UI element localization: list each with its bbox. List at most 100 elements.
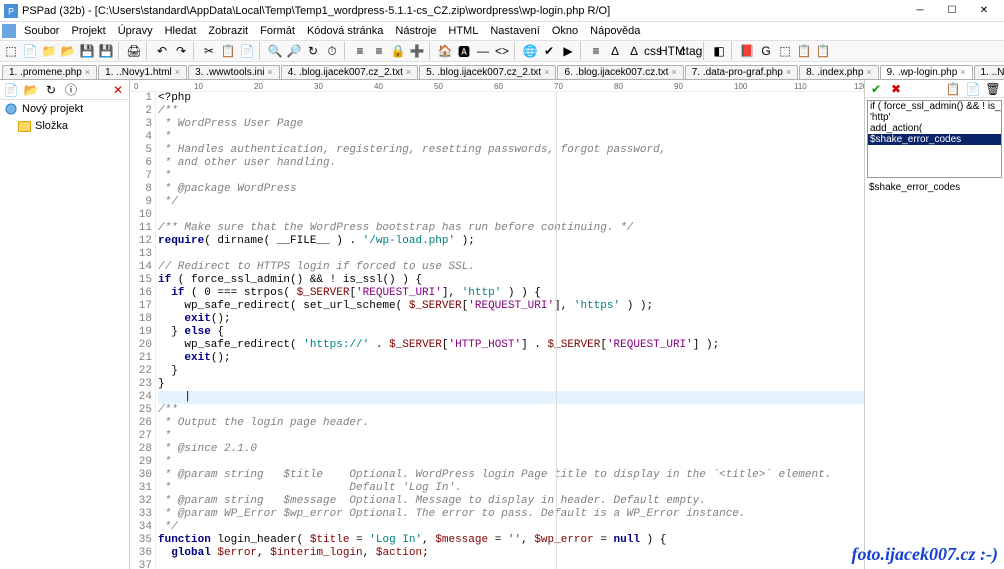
code-line[interactable]: * @package WordPress <box>158 183 864 196</box>
menu-nápověda[interactable]: Nápověda <box>584 25 646 37</box>
menu-html[interactable]: HTML <box>442 25 484 37</box>
menu-projekt[interactable]: Projekt <box>65 25 111 37</box>
code-line[interactable]: wp_safe_redirect( 'https://' . $_SERVER[… <box>158 339 864 352</box>
code-line[interactable]: function login_header( $title = 'Log In'… <box>158 534 864 547</box>
code-line[interactable]: * <box>158 131 864 144</box>
toolbar-button[interactable]: 📋 <box>219 42 237 60</box>
toolbar-button[interactable]: 📋 <box>795 42 813 60</box>
code-line[interactable] <box>158 248 864 261</box>
clip-item-selected[interactable]: $shake_error_codes <box>868 134 1001 145</box>
file-tab[interactable]: 1. ..Novy4.html× <box>974 65 1004 79</box>
tab-close-icon[interactable]: × <box>544 67 549 77</box>
code-line[interactable]: /** <box>158 404 864 417</box>
code-line[interactable]: } <box>158 365 864 378</box>
toolbar-button[interactable]: ∆ <box>606 42 624 60</box>
code-line[interactable]: * @param WP_Error $wp_error Optional. Th… <box>158 508 864 521</box>
file-tab[interactable]: 3. .wwwtools.ini× <box>188 65 280 79</box>
sidebar-open-icon[interactable]: 📂 <box>22 81 40 99</box>
clip-item[interactable]: 'http' <box>868 112 1001 123</box>
sidebar-new-icon[interactable]: 📄 <box>2 81 20 99</box>
rp-paste-icon[interactable]: 📄 <box>964 80 982 98</box>
rp-check-icon[interactable]: ✔ <box>867 80 885 98</box>
code-line[interactable]: exit(); <box>158 313 864 326</box>
menu-hledat[interactable]: Hledat <box>159 25 203 37</box>
toolbar-button[interactable]: 📂 <box>59 42 77 60</box>
menu-nastavení[interactable]: Nastavení <box>484 25 546 37</box>
toolbar-button[interactable]: 🔎 <box>285 42 303 60</box>
rp-clear-icon[interactable]: 🗑 <box>984 80 1002 98</box>
code-line[interactable]: wp_safe_redirect( set_url_scheme( $_SERV… <box>158 300 864 313</box>
toolbar-button[interactable]: ⬚ <box>776 42 794 60</box>
toolbar-button[interactable]: 📄 <box>21 42 39 60</box>
toolbar-button[interactable]: 💾 <box>97 42 115 60</box>
tab-close-icon[interactable]: × <box>866 67 871 77</box>
tab-close-icon[interactable]: × <box>406 67 411 77</box>
toolbar-button[interactable]: 📄 <box>238 42 256 60</box>
toolbar-button[interactable]: ↻ <box>304 42 322 60</box>
menu-úpravy[interactable]: Úpravy <box>112 25 159 37</box>
code-line[interactable]: * <box>158 456 864 469</box>
rp-cancel-icon[interactable]: ✖ <box>887 80 905 98</box>
sidebar-reload-icon[interactable]: ↻ <box>42 81 60 99</box>
sidebar-close-icon[interactable]: ✕ <box>109 81 127 99</box>
code-line[interactable]: * and other user handling. <box>158 157 864 170</box>
sidebar-info-icon[interactable]: ⓘ <box>62 81 80 99</box>
code-line[interactable]: /** <box>158 105 864 118</box>
toolbar-button[interactable]: 📁 <box>40 42 58 60</box>
project-root[interactable]: Nový projekt <box>0 100 129 118</box>
code-line[interactable]: } <box>158 378 864 391</box>
maximize-button[interactable]: ☐ <box>936 1 968 21</box>
minimize-button[interactable]: ─ <box>904 1 936 21</box>
file-tab[interactable]: 1. .promene.php× <box>2 65 97 79</box>
file-tab[interactable]: 8. .index.php× <box>799 65 879 79</box>
code-line[interactable]: * @since 2.1.0 <box>158 443 864 456</box>
code-line[interactable]: * @param string $title Optional. WordPre… <box>158 469 864 482</box>
toolbar-button[interactable]: 🅰 <box>455 42 473 60</box>
code-line[interactable]: * Handles authentication, registering, r… <box>158 144 864 157</box>
code-line[interactable]: * <box>158 430 864 443</box>
project-folder[interactable]: Složka <box>0 118 129 134</box>
code-line[interactable]: * Default 'Log In'. <box>158 482 864 495</box>
toolbar-button[interactable]: ⬚ <box>2 42 20 60</box>
clip-list[interactable]: if ( force_ssl_admin() && ! is_ssl() ) {… <box>867 100 1002 178</box>
code-line[interactable]: } else { <box>158 326 864 339</box>
toolbar-button[interactable]: ≡ <box>587 42 605 60</box>
tab-close-icon[interactable]: × <box>175 67 180 77</box>
toolbar-button[interactable]: ▶ <box>559 42 577 60</box>
code-line[interactable] <box>158 560 864 569</box>
menu-soubor[interactable]: Soubor <box>18 25 65 37</box>
code-line[interactable]: // Redirect to HTTPS login if forced to … <box>158 261 864 274</box>
code-line[interactable]: if ( 0 === strpos( $_SERVER['REQUEST_URI… <box>158 287 864 300</box>
toolbar-button[interactable]: ✔ <box>540 42 558 60</box>
toolbar-button[interactable]: 🔒 <box>389 42 407 60</box>
toolbar-button[interactable]: ctag <box>682 42 700 60</box>
tab-close-icon[interactable]: × <box>960 67 965 77</box>
code-line[interactable] <box>158 209 864 222</box>
toolbar-button[interactable]: ✂ <box>200 42 218 60</box>
code-line[interactable]: exit(); <box>158 352 864 365</box>
tab-close-icon[interactable]: × <box>786 67 791 77</box>
toolbar-button[interactable]: ⏱ <box>323 42 341 60</box>
toolbar-button[interactable]: ≡ <box>351 42 369 60</box>
code-line[interactable]: */ <box>158 521 864 534</box>
file-tab[interactable]: 7. .data-pro-graf.php× <box>685 65 798 79</box>
tab-close-icon[interactable]: × <box>85 67 90 77</box>
toolbar-button[interactable]: 📕 <box>738 42 756 60</box>
code-line[interactable]: require( dirname( __FILE__ ) . '/wp-load… <box>158 235 864 248</box>
toolbar-button[interactable]: ◧ <box>710 42 728 60</box>
code-line[interactable]: * Output the login page header. <box>158 417 864 430</box>
menu-nástroje[interactable]: Nástroje <box>389 25 442 37</box>
tab-close-icon[interactable]: × <box>671 67 676 77</box>
toolbar-button[interactable]: G <box>757 42 775 60</box>
code-line[interactable]: global $error, $interim_login, $action; <box>158 547 864 560</box>
code-editor[interactable]: 1234567891011121314151617181920212223242… <box>130 92 864 569</box>
toolbar-button[interactable]: 💾 <box>78 42 96 60</box>
file-tab[interactable]: 4. .blog.ijacek007.cz_2.txt× <box>281 65 418 79</box>
toolbar-button[interactable]: ➕ <box>408 42 426 60</box>
code-lines[interactable]: <?php/** * WordPress User Page * * Handl… <box>156 92 864 569</box>
clip-item[interactable]: add_action( <box>868 123 1001 134</box>
toolbar-button[interactable]: 🌐 <box>521 42 539 60</box>
code-line[interactable]: if ( force_ssl_admin() && ! is_ssl() ) { <box>158 274 864 287</box>
toolbar-button[interactable]: 🔍 <box>266 42 284 60</box>
menu-kódová stránka[interactable]: Kódová stránka <box>301 25 389 37</box>
